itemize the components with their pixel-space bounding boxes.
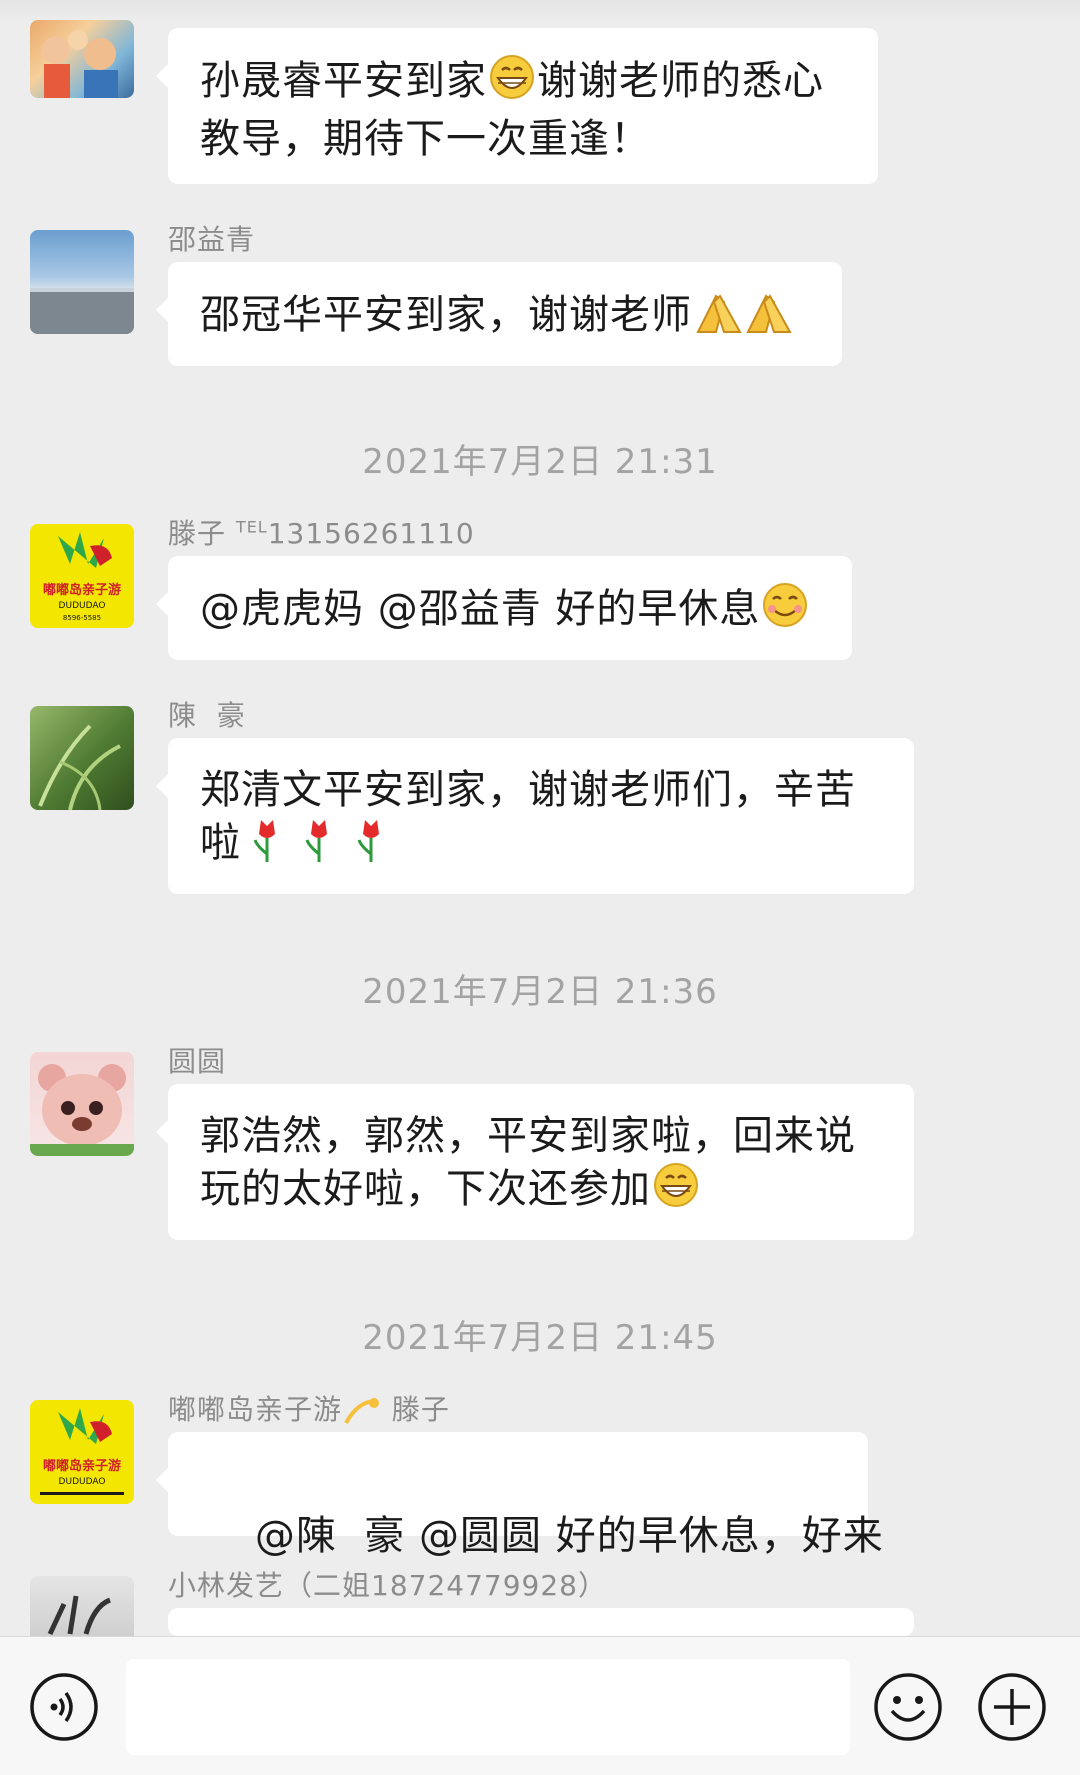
tulip-emoji-icon — [243, 816, 393, 875]
sender-name: 嘟嘟岛亲子游 滕子 — [168, 1388, 450, 1432]
sender-name: 小林发艺（二姐18724779928） — [168, 1569, 607, 1602]
sender-name-suffix: 滕子 — [391, 1393, 450, 1426]
message-text: 教导，期待下一次重逢！ — [200, 116, 651, 162]
message-text: 郑清文平安到家，谢谢老师们，辛苦 — [200, 767, 856, 813]
message-text: 谢谢老师的悉心 — [537, 58, 824, 104]
dududao-logo-image: 嘟嘟岛亲子游 DUDUDAO 8596-5585 — [43, 532, 121, 622]
message-text: 孙晟睿平安到家 — [200, 58, 487, 104]
timestamp: 2021年7月2日 21:31 — [362, 442, 718, 482]
avatar-calligraphy[interactable] — [30, 1576, 134, 1636]
message-text: @虎虎妈 @邵益青 好的早休息 — [200, 586, 761, 632]
input-bar — [0, 1636, 1080, 1775]
sender-name: 圆圆 — [168, 1045, 227, 1078]
sender-name: 陳 豪 — [168, 699, 246, 732]
message-text: 郭浩然，郭然，平安到家啦，回来说 — [200, 1113, 856, 1159]
sender-name: 滕子 TEL13156261110 — [168, 512, 475, 552]
message-text: 玩的太好啦，下次还参加 — [200, 1166, 651, 1212]
logo-subtitle: DUDUDAO — [59, 1477, 106, 1487]
plus-icon[interactable] — [976, 1671, 1048, 1743]
avatar-dududao-logo[interactable]: 嘟嘟岛亲子游 DUDUDAO — [30, 1400, 134, 1504]
avatar-grass-photo[interactable] — [30, 706, 134, 810]
sender-name-text: 滕子 — [168, 517, 227, 550]
voice-icon[interactable] — [28, 1671, 100, 1743]
pray-emoji-icon — [694, 288, 794, 347]
sender-name-text: 嘟嘟岛亲子游 — [168, 1393, 343, 1426]
logo-subtitle: DUDUDAO — [59, 601, 106, 611]
cartoon-bear-image — [30, 1064, 134, 1156]
message-bubble[interactable]: 郑清文平安到家，谢谢老师们，辛苦 啦 — [156, 738, 914, 894]
dududao-logo-image: 嘟嘟岛亲子游 DUDUDAO — [40, 1408, 124, 1495]
message-text: 啦 — [200, 820, 241, 866]
comet-emoji-icon — [344, 1395, 380, 1432]
message-bubble[interactable]: 邵冠华平安到家，谢谢老师 — [156, 262, 842, 366]
message-bubble[interactable]: @陳 豪 @圆圆 好的早休息，好来 — [156, 1432, 883, 1559]
message-text: @陳 豪 @圆圆 好的早休息，好来 — [254, 1513, 884, 1559]
grass-photo-image — [38, 724, 121, 810]
avatar-kids-photo[interactable] — [30, 20, 134, 98]
message-text: 邵冠华平安到家，谢谢老师 — [200, 292, 692, 338]
tel-label: TEL — [235, 517, 268, 537]
kids-photo-image — [42, 30, 118, 98]
calligraphy-image — [47, 1595, 112, 1636]
avatar-dududao-logo[interactable]: 嘟嘟岛亲子游 DUDUDAO 8596-5585 — [30, 524, 134, 628]
avatar-seascape[interactable] — [30, 230, 134, 334]
avatar-cartoon-bear[interactable] — [30, 1052, 134, 1156]
logo-phone: 8596-5585 — [63, 614, 101, 622]
message-bubble[interactable] — [156, 1608, 914, 1668]
timestamp: 2021年7月2日 21:45 — [362, 1318, 718, 1358]
sender-phone: 13156261110 — [267, 517, 475, 550]
emoji-icon[interactable] — [872, 1671, 944, 1743]
sender-name: 邵益青 — [168, 223, 256, 256]
message-bubble[interactable]: 孙晟睿平安到家 谢谢老师的悉心 教导，期待下一次重逢！ — [156, 28, 878, 184]
top-edge — [0, 0, 1080, 22]
seascape-image — [30, 288, 134, 334]
grin-emoji-icon — [653, 1162, 699, 1221]
logo-title: 嘟嘟岛亲子游 — [43, 1458, 121, 1474]
message-input[interactable] — [126, 1659, 850, 1755]
smile-emoji-icon — [762, 582, 808, 641]
timestamp: 2021年7月2日 21:36 — [362, 972, 718, 1012]
logo-title: 嘟嘟岛亲子游 — [43, 582, 121, 598]
message-bubble[interactable]: 郭浩然，郭然，平安到家啦，回来说 玩的太好啦，下次还参加 — [156, 1084, 914, 1240]
grin-emoji-icon — [489, 54, 535, 113]
message-bubble[interactable]: @虎虎妈 @邵益青 好的早休息 — [156, 556, 852, 660]
